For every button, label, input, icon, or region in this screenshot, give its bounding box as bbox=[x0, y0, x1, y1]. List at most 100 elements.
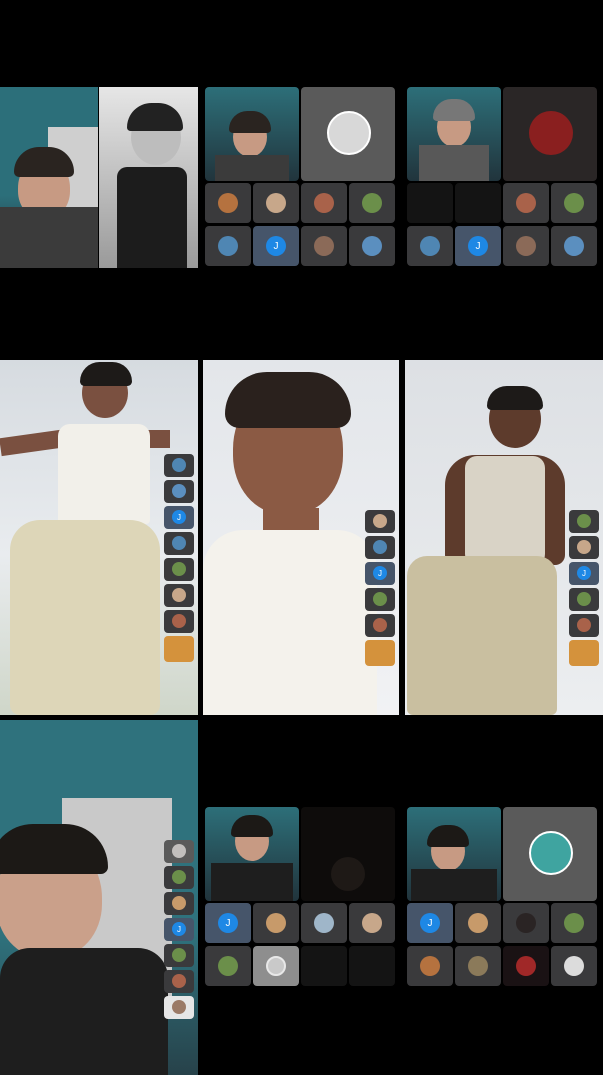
participant-tile-empty[interactable] bbox=[455, 183, 501, 223]
strip-tile[interactable] bbox=[365, 614, 395, 637]
strip-tile[interactable] bbox=[164, 996, 194, 1019]
participant-tile[interactable] bbox=[407, 946, 453, 986]
participant-tile[interactable] bbox=[349, 903, 395, 943]
camera-left bbox=[0, 87, 98, 268]
participant-tile-empty[interactable] bbox=[349, 946, 395, 986]
participant-tile[interactable] bbox=[301, 183, 347, 223]
participant-tile[interactable] bbox=[253, 183, 299, 223]
participant-tile[interactable] bbox=[455, 946, 501, 986]
participant-tile[interactable] bbox=[551, 946, 597, 986]
participant-tile[interactable] bbox=[503, 87, 597, 181]
participant-tile[interactable] bbox=[503, 903, 549, 943]
strip-tile-orange[interactable] bbox=[569, 640, 599, 666]
strip-tile[interactable] bbox=[164, 970, 194, 993]
participant-strip: J bbox=[164, 840, 194, 1019]
participant-avatar bbox=[516, 236, 536, 256]
participant-avatar bbox=[516, 956, 536, 976]
strip-tile[interactable]: J bbox=[569, 562, 599, 585]
participant-tile[interactable] bbox=[407, 226, 453, 266]
participant-avatar bbox=[314, 913, 334, 933]
participant-avatar bbox=[218, 236, 238, 256]
participant-tile[interactable] bbox=[503, 226, 549, 266]
participant-tile-empty[interactable] bbox=[407, 183, 453, 223]
video-cell-r1c1[interactable] bbox=[0, 87, 198, 268]
participant-tile[interactable] bbox=[503, 807, 597, 901]
strip-tile[interactable]: J bbox=[365, 562, 395, 585]
video-cell-r2c1[interactable]: J bbox=[0, 360, 198, 715]
video-cell-r3c2[interactable]: J bbox=[203, 807, 399, 988]
participant-tile[interactable] bbox=[301, 226, 347, 266]
participant-avatar-initial: J bbox=[266, 236, 286, 256]
participant-tile[interactable] bbox=[551, 903, 597, 943]
strip-tile[interactable]: J bbox=[164, 918, 194, 941]
person-vest bbox=[58, 424, 150, 524]
main-video-tile[interactable] bbox=[407, 807, 501, 901]
participant-tile[interactable] bbox=[503, 946, 549, 986]
participant-avatar bbox=[516, 193, 536, 213]
participant-tile[interactable]: J bbox=[455, 226, 501, 266]
person-pants bbox=[10, 520, 160, 715]
person-hair bbox=[487, 386, 543, 410]
strip-tile[interactable] bbox=[569, 588, 599, 611]
strip-tile-orange[interactable] bbox=[365, 640, 395, 666]
participant-tile-empty[interactable] bbox=[301, 946, 347, 986]
strip-tile[interactable] bbox=[164, 610, 194, 633]
video-cell-r2c2[interactable]: J bbox=[203, 360, 399, 715]
strip-tile[interactable] bbox=[164, 480, 194, 503]
participant-avatar bbox=[516, 913, 536, 933]
participant-tile-dark[interactable] bbox=[301, 807, 395, 901]
video-cell-r2c3[interactable]: J bbox=[405, 360, 603, 715]
participant-tile[interactable] bbox=[455, 903, 501, 943]
main-video-tile[interactable] bbox=[407, 87, 501, 181]
participant-tile[interactable]: J bbox=[253, 226, 299, 266]
person-shirt bbox=[0, 948, 168, 1075]
participant-tile[interactable] bbox=[253, 903, 299, 943]
video-cell-r3c1[interactable]: J bbox=[0, 720, 198, 1075]
participant-tile-default[interactable] bbox=[253, 946, 299, 986]
person-hair bbox=[80, 362, 132, 386]
participant-tile[interactable] bbox=[349, 183, 395, 223]
person-shirt bbox=[411, 869, 497, 901]
video-cell-r3c3[interactable]: J bbox=[405, 807, 603, 988]
strip-tile[interactable] bbox=[365, 536, 395, 559]
person-hair bbox=[225, 372, 351, 428]
participant-tile[interactable]: J bbox=[205, 903, 251, 943]
participant-strip: J bbox=[164, 454, 194, 662]
strip-tile[interactable] bbox=[569, 510, 599, 533]
participant-tile[interactable] bbox=[301, 87, 395, 181]
participant-tile[interactable] bbox=[301, 903, 347, 943]
participant-tile[interactable]: J bbox=[407, 903, 453, 943]
strip-tile[interactable] bbox=[569, 614, 599, 637]
person-body bbox=[0, 207, 98, 268]
participant-tile[interactable] bbox=[205, 183, 251, 223]
participant-tile[interactable] bbox=[551, 226, 597, 266]
participant-avatar bbox=[529, 111, 573, 155]
participant-tile[interactable] bbox=[205, 226, 251, 266]
person-hair bbox=[127, 103, 183, 131]
strip-tile[interactable] bbox=[164, 454, 194, 477]
person-hair bbox=[427, 825, 469, 847]
participant-tile[interactable] bbox=[551, 183, 597, 223]
strip-tile[interactable] bbox=[365, 510, 395, 533]
strip-tile[interactable] bbox=[164, 532, 194, 555]
participant-tile[interactable] bbox=[349, 226, 395, 266]
strip-tile[interactable] bbox=[164, 584, 194, 607]
strip-tile[interactable] bbox=[164, 840, 194, 863]
strip-tile[interactable] bbox=[365, 588, 395, 611]
main-video-tile[interactable] bbox=[205, 807, 299, 901]
person-body bbox=[419, 145, 489, 181]
camera-right bbox=[99, 87, 198, 268]
strip-tile[interactable] bbox=[164, 558, 194, 581]
strip-tile[interactable]: J bbox=[164, 506, 194, 529]
participant-tile[interactable] bbox=[503, 183, 549, 223]
strip-tile[interactable] bbox=[164, 866, 194, 889]
video-cell-r1c2[interactable]: J bbox=[203, 87, 399, 268]
strip-tile[interactable] bbox=[164, 892, 194, 915]
strip-tile-orange[interactable] bbox=[164, 636, 194, 662]
strip-tile[interactable] bbox=[569, 536, 599, 559]
strip-tile[interactable] bbox=[164, 944, 194, 967]
main-video-tile[interactable] bbox=[205, 87, 299, 181]
video-cell-r1c3[interactable]: J bbox=[405, 87, 603, 268]
participant-strip: J bbox=[365, 510, 395, 666]
participant-tile[interactable] bbox=[205, 946, 251, 986]
